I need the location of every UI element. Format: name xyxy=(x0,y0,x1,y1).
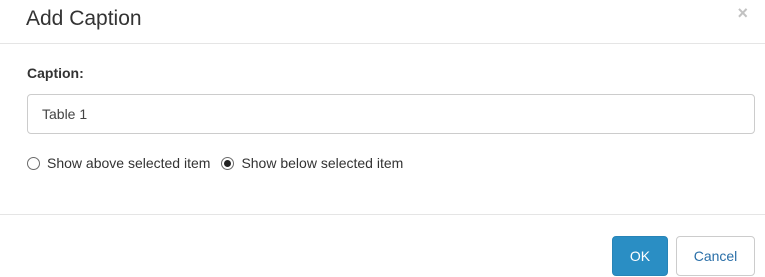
dialog-header: Add Caption × xyxy=(0,0,765,44)
radio-selected-icon[interactable] xyxy=(221,156,235,170)
radio-dot xyxy=(224,159,232,167)
radio-show-above-label: Show above selected item xyxy=(47,155,211,171)
ok-button[interactable]: OK xyxy=(612,236,668,276)
footer-divider xyxy=(0,214,765,215)
radio-show-below-label: Show below selected item xyxy=(241,155,404,171)
close-icon[interactable]: × xyxy=(737,4,748,22)
caption-label: Caption: xyxy=(27,65,84,81)
add-caption-dialog: Add Caption × Caption: Show above select… xyxy=(0,0,765,277)
radio-show-below[interactable]: Show below selected item xyxy=(221,155,403,171)
caption-input[interactable] xyxy=(27,94,755,134)
cancel-button[interactable]: Cancel xyxy=(676,236,755,276)
radio-unselected-icon[interactable] xyxy=(27,156,40,170)
dialog-title: Add Caption xyxy=(26,7,142,30)
caption-position-group: Show above selected item Show below sele… xyxy=(27,154,403,172)
radio-show-above[interactable]: Show above selected item xyxy=(27,155,210,171)
